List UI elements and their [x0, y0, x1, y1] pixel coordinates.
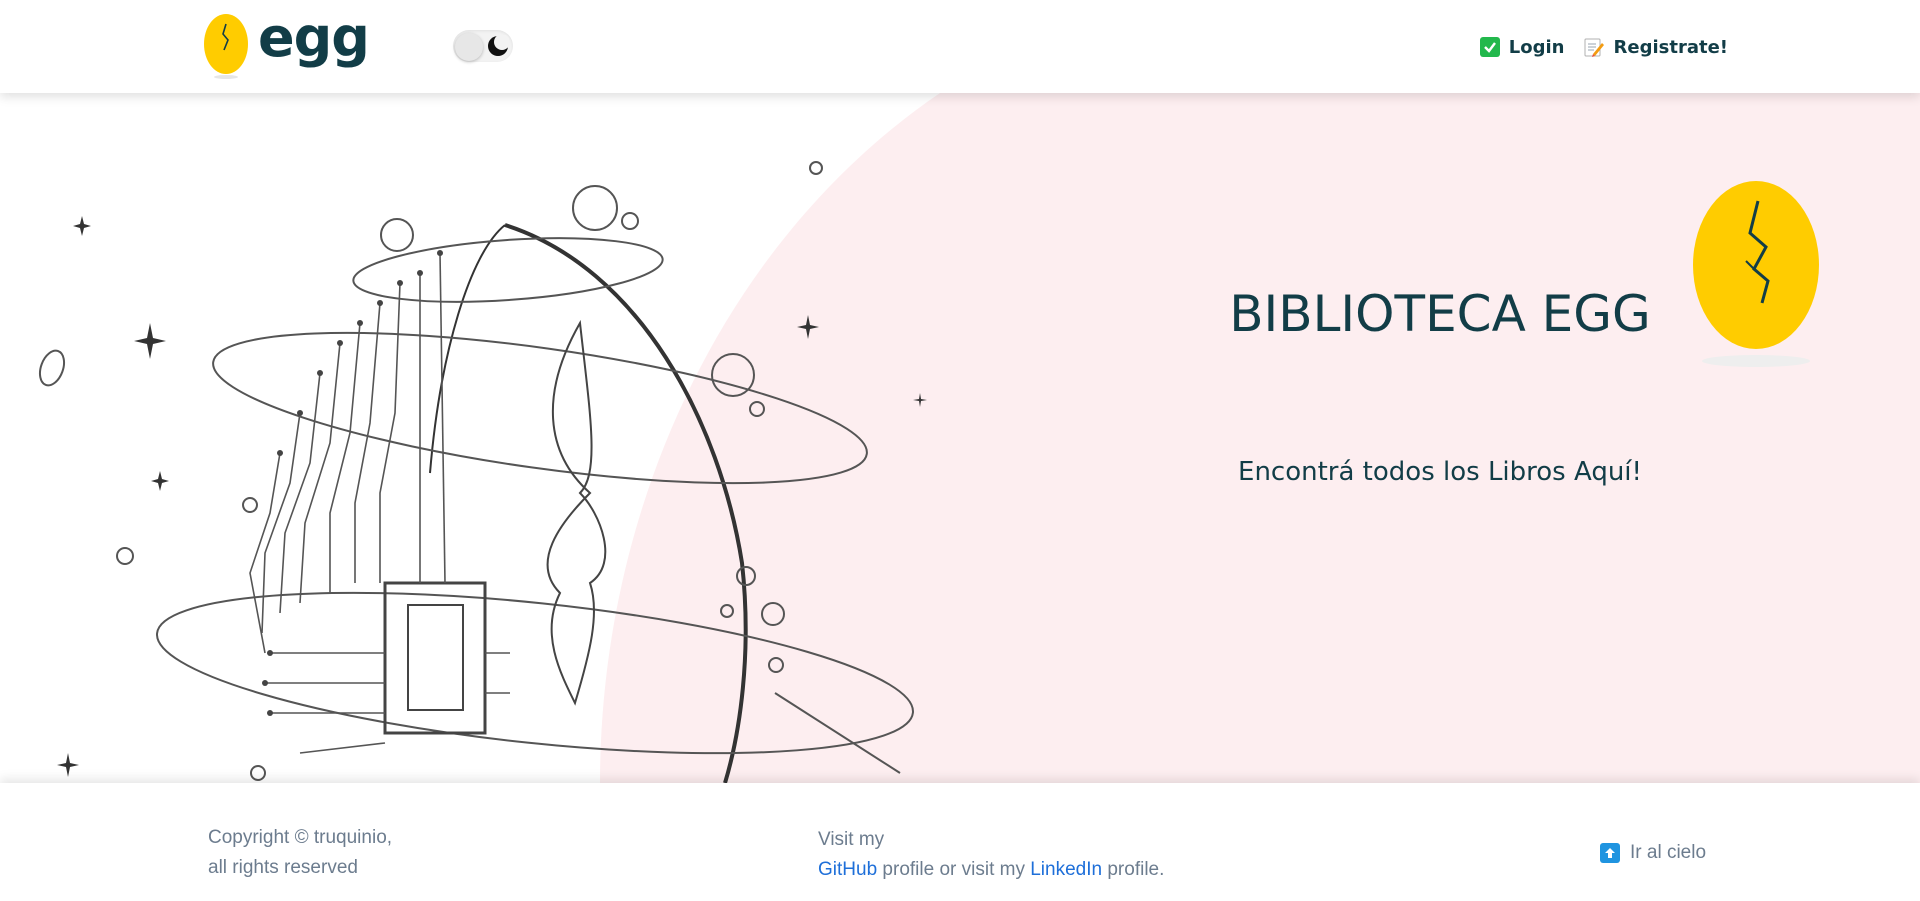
visit-profiles: Visit my GitHub profile or visit my Link…	[818, 825, 1164, 885]
visit-suffix-text: profile.	[1102, 859, 1165, 880]
brand-logo[interactable]: egg	[202, 6, 370, 80]
register-link[interactable]: Registrate!	[1583, 36, 1729, 58]
visit-prefix: Visit my	[818, 829, 885, 850]
space-circuit-illustration	[38, 93, 1920, 783]
visit-links-line: GitHub profile or visit my LinkedIn prof…	[818, 855, 1164, 885]
login-link[interactable]: Login	[1479, 36, 1565, 58]
nav-links: Login Registrate!	[1479, 36, 1729, 58]
moon-icon	[488, 35, 509, 56]
hero-subtitle: Encontrá todos los Libros Aquí!	[1238, 457, 1642, 487]
copyright-line-1: Copyright © truquinio,	[208, 827, 393, 848]
hero-title: BIBLIOTECA EGG	[1229, 285, 1651, 343]
footer: Copyright © truquinio, all rights reserv…	[0, 783, 1920, 901]
visit-middle-text: profile or visit my	[877, 859, 1031, 880]
check-icon	[1479, 37, 1500, 57]
navbar: egg Login Registrate!	[0, 0, 1920, 93]
login-label: Login	[1508, 36, 1565, 58]
memo-icon	[1584, 38, 1604, 57]
theme-toggle[interactable]	[453, 30, 513, 62]
github-link[interactable]: GitHub	[818, 859, 877, 880]
copyright-line-2: all rights reserved	[208, 857, 358, 878]
scroll-to-top-link[interactable]: Ir al cielo	[1600, 838, 1706, 868]
cracked-egg-icon	[1693, 181, 1819, 367]
hero-section: BIBLIOTECA EGG Encontrá todos los Libros…	[0, 93, 1920, 783]
egg-logo-icon	[204, 14, 248, 79]
toggle-knob	[455, 33, 483, 61]
register-label: Registrate!	[1613, 36, 1729, 58]
brand-text: egg	[258, 6, 370, 69]
linkedin-link[interactable]: LinkedIn	[1030, 859, 1102, 880]
to-top-label: Ir al cielo	[1630, 842, 1707, 863]
copyright: Copyright © truquinio, all rights reserv…	[208, 823, 392, 883]
up-arrow-icon	[1600, 843, 1620, 863]
